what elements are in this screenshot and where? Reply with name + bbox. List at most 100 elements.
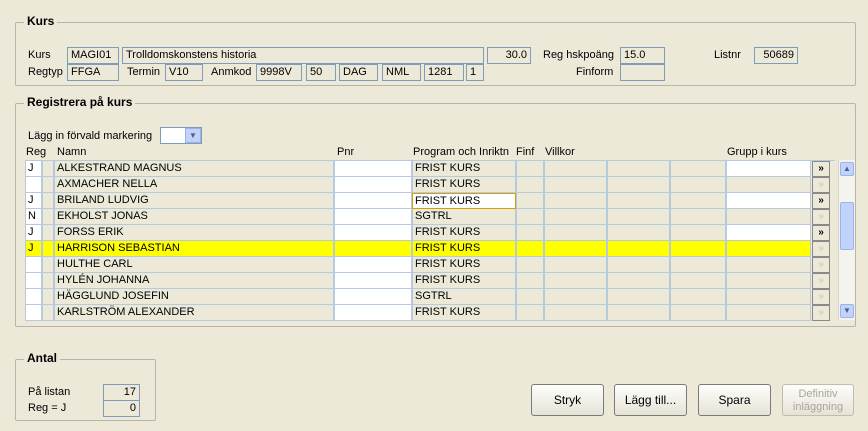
definitiv-inlaggning-button[interactable]: Definitiv inläggning <box>782 384 854 416</box>
anmkod-field-1[interactable]: 9998V <box>256 64 302 81</box>
table-row[interactable]: J FORSS ERIK FRIST KURS » <box>25 225 835 241</box>
program-cell[interactable]: FRIST KURS <box>412 305 516 321</box>
finf-cell[interactable] <box>516 209 544 225</box>
grid-scrollbar[interactable]: ▲ ▼ <box>838 160 855 320</box>
reg-cell[interactable] <box>25 177 42 193</box>
grupp-cell[interactable] <box>726 289 811 305</box>
grupp-cell[interactable] <box>726 177 811 193</box>
row-expand-icon[interactable]: » <box>812 305 830 321</box>
villkor-cell[interactable] <box>544 289 607 305</box>
lagg-till-button[interactable]: Lägg till... <box>614 384 687 416</box>
program-cell[interactable]: FRIST KURS <box>412 225 516 241</box>
villkor-cell[interactable] <box>607 225 670 241</box>
reg-cell[interactable]: J <box>25 241 42 257</box>
row-expand-icon[interactable]: » <box>812 193 830 209</box>
table-row[interactable]: J ALKESTRAND MAGNUS FRIST KURS » <box>25 161 835 177</box>
finf-cell[interactable] <box>516 257 544 273</box>
table-row[interactable]: J HARRISON SEBASTIAN FRIST KURS » <box>25 241 835 257</box>
row-expand-icon[interactable]: » <box>812 273 830 289</box>
villkor-cell[interactable] <box>544 161 607 177</box>
villkor-cell[interactable] <box>670 225 726 241</box>
villkor-cell[interactable] <box>544 305 607 321</box>
anmkod-field-6[interactable]: 1 <box>466 64 484 81</box>
finf-cell[interactable] <box>516 305 544 321</box>
villkor-cell[interactable] <box>607 209 670 225</box>
villkor-cell[interactable] <box>607 241 670 257</box>
table-row[interactable]: KARLSTRÖM ALEXANDER FRIST KURS » <box>25 305 835 321</box>
kurs-hp-field[interactable]: 30.0 <box>487 47 531 64</box>
reg-hsk-field[interactable]: 15.0 <box>620 47 665 64</box>
villkor-cell[interactable] <box>670 193 726 209</box>
reg-cell[interactable] <box>25 273 42 289</box>
program-cell[interactable]: FRIST KURS <box>412 177 516 193</box>
reg-cell[interactable]: N <box>25 209 42 225</box>
reg-cell[interactable] <box>25 289 42 305</box>
finf-cell[interactable] <box>516 161 544 177</box>
kurs-name-field[interactable]: Trolldomskonstens historia <box>122 47 484 64</box>
villkor-cell[interactable] <box>607 273 670 289</box>
spara-button[interactable]: Spara <box>698 384 771 416</box>
chevron-down-icon[interactable]: ▼ <box>185 128 201 143</box>
villkor-cell[interactable] <box>607 161 670 177</box>
table-row[interactable]: N EKHOLST JONAS SGTRL » <box>25 209 835 225</box>
table-row[interactable]: AXMACHER NELLA FRIST KURS » <box>25 177 835 193</box>
scroll-up-icon[interactable]: ▲ <box>840 162 854 176</box>
finf-cell[interactable] <box>516 241 544 257</box>
villkor-cell[interactable] <box>544 225 607 241</box>
villkor-cell[interactable] <box>607 289 670 305</box>
villkor-cell[interactable] <box>607 305 670 321</box>
default-mark-select[interactable]: ▼ <box>160 127 202 144</box>
villkor-cell[interactable] <box>544 193 607 209</box>
row-expand-icon[interactable]: » <box>812 177 830 193</box>
program-cell[interactable]: FRIST KURS <box>412 193 516 209</box>
reg-cell[interactable] <box>25 305 42 321</box>
villkor-cell[interactable] <box>544 257 607 273</box>
program-cell[interactable]: FRIST KURS <box>412 241 516 257</box>
villkor-cell[interactable] <box>607 177 670 193</box>
finf-cell[interactable] <box>516 193 544 209</box>
anmkod-field-3[interactable]: DAG <box>339 64 378 81</box>
villkor-cell[interactable] <box>544 273 607 289</box>
program-cell[interactable]: FRIST KURS <box>412 257 516 273</box>
grupp-cell[interactable] <box>726 305 811 321</box>
villkor-cell[interactable] <box>670 209 726 225</box>
grupp-cell[interactable] <box>726 273 811 289</box>
anmkod-field-5[interactable]: 1281 <box>424 64 464 81</box>
villkor-cell[interactable] <box>670 177 726 193</box>
villkor-cell[interactable] <box>670 241 726 257</box>
grupp-cell[interactable] <box>726 209 811 225</box>
table-row[interactable]: J BRILAND LUDVIG FRIST KURS » <box>25 193 835 209</box>
listnr-field[interactable]: 50689 <box>754 47 798 64</box>
villkor-cell[interactable] <box>670 257 726 273</box>
finf-cell[interactable] <box>516 177 544 193</box>
row-expand-icon[interactable]: » <box>812 257 830 273</box>
villkor-cell[interactable] <box>670 289 726 305</box>
grupp-cell[interactable] <box>726 241 811 257</box>
reg-cell[interactable] <box>25 257 42 273</box>
grupp-cell[interactable] <box>726 161 811 177</box>
program-cell[interactable]: FRIST KURS <box>412 161 516 177</box>
villkor-cell[interactable] <box>544 177 607 193</box>
finf-cell[interactable] <box>516 273 544 289</box>
row-expand-icon[interactable]: » <box>812 241 830 257</box>
program-cell[interactable]: SGTRL <box>412 289 516 305</box>
villkor-cell[interactable] <box>607 257 670 273</box>
grupp-cell[interactable] <box>726 225 811 241</box>
grupp-cell[interactable] <box>726 193 811 209</box>
row-expand-icon[interactable]: » <box>812 289 830 305</box>
villkor-cell[interactable] <box>607 193 670 209</box>
row-expand-icon[interactable]: » <box>812 161 830 177</box>
villkor-cell[interactable] <box>670 161 726 177</box>
stryk-button[interactable]: Stryk <box>531 384 604 416</box>
kurs-code-field[interactable]: MAGI01 <box>67 47 119 64</box>
villkor-cell[interactable] <box>544 241 607 257</box>
scroll-down-icon[interactable]: ▼ <box>840 304 854 318</box>
regtyp-field[interactable]: FFGA <box>67 64 119 81</box>
program-cell[interactable]: SGTRL <box>412 209 516 225</box>
table-row[interactable]: HÄGGLUND JOSEFIN SGTRL » <box>25 289 835 305</box>
anmkod-field-2[interactable]: 50 <box>306 64 336 81</box>
row-expand-icon[interactable]: » <box>812 209 830 225</box>
termin-field[interactable]: V10 <box>165 64 203 81</box>
reg-cell[interactable]: J <box>25 193 42 209</box>
row-expand-icon[interactable]: » <box>812 225 830 241</box>
